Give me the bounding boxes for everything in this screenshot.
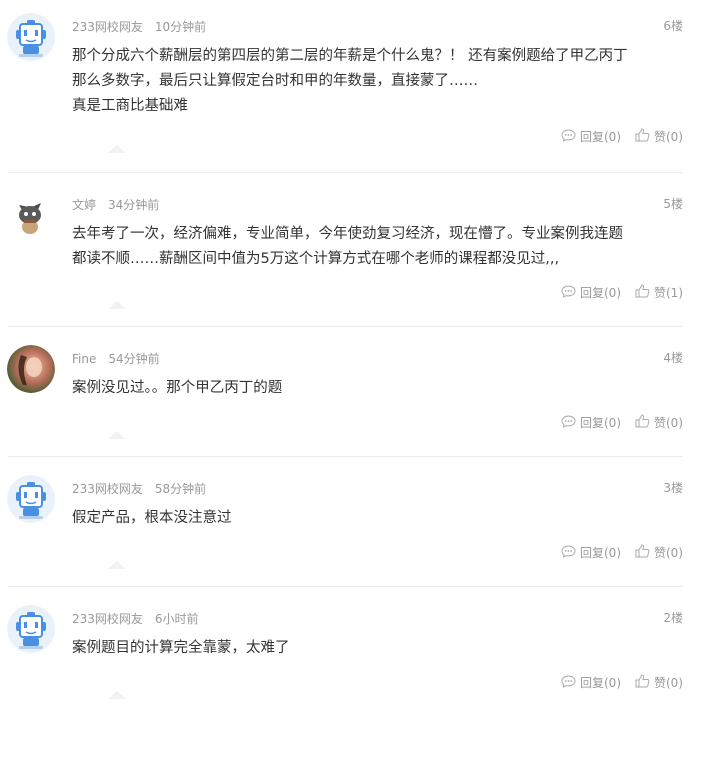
timestamp: 34分钟前 — [108, 198, 160, 212]
username[interactable]: 233网校网友 — [72, 612, 143, 626]
divider — [8, 326, 683, 327]
username[interactable]: 233网校网友 — [72, 20, 143, 34]
like-button[interactable]: 赞(0) — [635, 414, 683, 431]
comment-actions: 回复(0) 赞(0) — [561, 544, 683, 561]
reply-label: 回复(0) — [580, 546, 621, 560]
comment-line: 那么多数字，最后只让算假定台时和甲的年数量，直接蒙了…… — [72, 73, 478, 89]
robot-avatar[interactable] — [7, 13, 55, 61]
comment-line: 去年考了一次，经济偏难，专业简单，今年使劲复习经济，现在懵了。专业案例我连题 — [72, 226, 623, 242]
reply-button[interactable]: 回复(0) — [561, 284, 621, 301]
comment-line: 都读不顺……薪酬区间中值为5万这个计算方式在哪个老师的课程都没见过,,, — [72, 251, 560, 267]
username[interactable]: Fine — [72, 352, 96, 366]
reply-label: 回复(0) — [580, 416, 621, 430]
comment-list: 233网校网友 10分钟前 6楼那个分成六个薪酬层的第四层的第二层的年薪是个什么鬼？… — [0, 0, 703, 704]
thumbs-up-icon — [635, 414, 654, 431]
reply-button[interactable]: 回复(0) — [561, 128, 621, 145]
comment-actions: 回复(0) 赞(0) — [561, 414, 683, 431]
comment-meta: 文婷 34分钟前 — [72, 196, 159, 213]
comment-content: 那个分成六个薪酬层的第四层的第二层的年薪是个什么鬼？！ 还有案例题给了甲乙丙丁那… — [72, 44, 684, 119]
thumbs-up-icon — [635, 544, 654, 561]
reply-label: 回复(0) — [580, 676, 621, 690]
reply-label: 回复(0) — [580, 130, 621, 144]
floor-number: 5楼 — [663, 197, 683, 211]
comment-content: 案例没见过。。那个甲乙丙丁的题 — [72, 376, 684, 401]
floor-number: 2楼 — [663, 611, 683, 625]
cat-avatar[interactable] — [7, 191, 55, 239]
comment-meta: 233网校网友 58分钟前 — [72, 480, 206, 497]
floor-number: 3楼 — [663, 481, 683, 495]
timestamp: 10分钟前 — [154, 20, 207, 34]
comment-actions: 回复(0) 赞(0) — [561, 674, 683, 691]
reply-button[interactable]: 回复(0) — [561, 414, 621, 431]
comment-line: 假定产品，根本没注意过 — [72, 510, 232, 526]
like-label: 赞(0) — [654, 416, 683, 430]
floor-number: 6楼 — [663, 19, 683, 33]
comment-meta: 233网校网友 10分钟前 — [72, 18, 206, 35]
like-button[interactable]: 赞(1) — [635, 284, 683, 301]
divider — [8, 456, 683, 457]
comment-actions: 回复(0) 赞(1) — [561, 284, 683, 301]
reply-icon — [561, 414, 580, 431]
comment-meta: Fine 54分钟前 — [72, 350, 160, 367]
like-label: 赞(1) — [654, 286, 683, 300]
like-button[interactable]: 赞(0) — [635, 674, 683, 691]
thumbs-up-icon — [635, 284, 654, 301]
username[interactable]: 文婷 — [72, 198, 96, 212]
reply-box-pointer — [108, 145, 126, 153]
reply-button[interactable]: 回复(0) — [561, 674, 621, 691]
photo-avatar[interactable] — [7, 345, 55, 393]
timestamp: 6小时前 — [154, 612, 199, 626]
comment-meta: 233网校网友 6小时前 — [72, 610, 199, 627]
reply-icon — [561, 544, 580, 561]
like-label: 赞(0) — [654, 546, 683, 560]
reply-box-pointer — [108, 691, 126, 699]
comment-line: 案例没见过。。那个甲乙丙丁的题 — [72, 380, 283, 396]
comment-line: 案例题目的计算完全靠蒙，太难了 — [72, 640, 290, 656]
robot-avatar[interactable] — [7, 475, 55, 523]
username[interactable]: 233网校网友 — [72, 482, 143, 496]
comment-actions: 回复(0) 赞(0) — [561, 128, 683, 145]
comment-content: 假定产品，根本没注意过 — [72, 506, 684, 531]
reply-box-pointer — [108, 301, 126, 309]
reply-box-pointer — [108, 431, 126, 439]
reply-box-pointer — [108, 561, 126, 569]
comment-content: 去年考了一次，经济偏难，专业简单，今年使劲复习经济，现在懵了。专业案例我连题 都读… — [72, 222, 684, 272]
divider — [8, 586, 683, 587]
comment-content: 案例题目的计算完全靠蒙，太难了 — [72, 636, 684, 661]
comment-line: 真是工商比基础难 — [72, 98, 188, 114]
reply-button[interactable]: 回复(0) — [561, 544, 621, 561]
thumbs-up-icon — [635, 128, 654, 145]
like-button[interactable]: 赞(0) — [635, 128, 683, 145]
comment-line: 那个分成六个薪酬层的第四层的第二层的年薪是个什么鬼？！ 还有案例题给了甲乙丙丁 — [72, 48, 628, 64]
comment-item: 文婷 34分钟前 5楼去年考了一次，经济偏难，专业简单，今年使劲复习经济，现在懵了。… — [0, 178, 703, 358]
robot-avatar[interactable] — [7, 605, 55, 653]
comment-item: 233网校网友 6小时前 2楼案例题目的计算完全靠蒙，太难了回复(0) 赞(0) — [0, 592, 703, 772]
thumbs-up-icon — [635, 674, 654, 691]
divider — [8, 172, 683, 173]
like-label: 赞(0) — [654, 130, 683, 144]
floor-number: 4楼 — [663, 351, 683, 365]
reply-icon — [561, 674, 580, 691]
comment-item: 233网校网友 10分钟前 6楼那个分成六个薪酬层的第四层的第二层的年薪是个什么鬼？… — [0, 0, 703, 180]
like-button[interactable]: 赞(0) — [635, 544, 683, 561]
reply-icon — [561, 284, 580, 301]
reply-icon — [561, 128, 580, 145]
timestamp: 54分钟前 — [108, 352, 160, 366]
like-label: 赞(0) — [654, 676, 683, 690]
timestamp: 58分钟前 — [154, 482, 207, 496]
reply-label: 回复(0) — [580, 286, 621, 300]
